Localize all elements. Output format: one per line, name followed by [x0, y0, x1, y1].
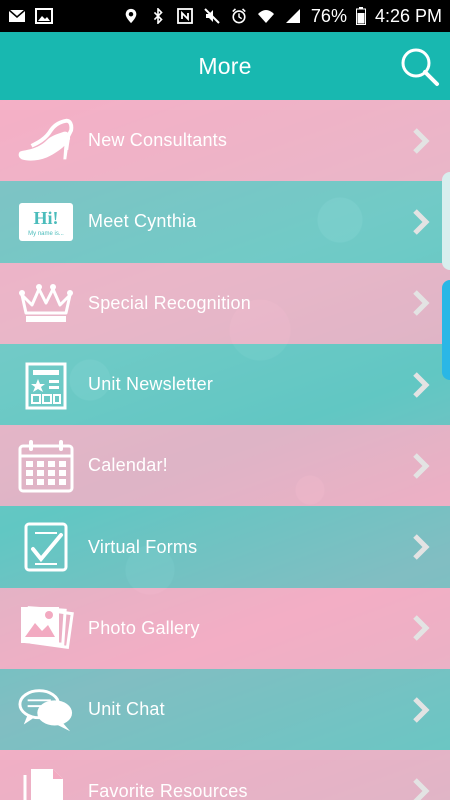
mute-icon	[204, 8, 220, 24]
photo-gallery-icon	[18, 603, 74, 653]
side-panel-tab-active[interactable]	[442, 280, 450, 380]
menu-item-new-consultants[interactable]: New Consultants	[0, 100, 450, 182]
chevron-right-icon	[413, 371, 430, 398]
mail-icon	[8, 9, 26, 22]
status-right: 76% 4:26 PM	[122, 6, 442, 27]
alarm-icon	[232, 8, 246, 24]
menu-item-unit-chat[interactable]: Unit Chat	[0, 669, 450, 751]
chat-bubbles-icon	[18, 685, 74, 735]
chevron-right-icon	[413, 127, 430, 154]
nfc-icon	[177, 8, 193, 24]
menu-item-special-recognition[interactable]: Special Recognition	[0, 262, 450, 344]
menu-item-label: Favorite Resources	[88, 780, 248, 800]
calendar-icon	[18, 439, 74, 493]
document-icon	[18, 766, 74, 800]
menu-item-favorite-resources[interactable]: Favorite Resources	[0, 750, 450, 800]
menu-item-label: Unit Newsletter	[88, 374, 214, 395]
battery-percent: 76%	[310, 5, 347, 26]
menu-item-label: Meet Cynthia	[88, 211, 197, 232]
menu-item-calendar[interactable]: Calendar!	[0, 425, 450, 507]
status-left	[8, 8, 53, 24]
bluetooth-icon	[153, 8, 163, 24]
clock: 4:26 PM	[374, 5, 442, 26]
chevron-right-icon	[413, 209, 430, 235]
hi-tag-subtext: My name is...	[28, 231, 64, 237]
crown-icon	[18, 278, 74, 328]
status-bar: 76% 4:26 PM	[0, 0, 450, 32]
menu-item-photo-gallery[interactable]: Photo Gallery	[0, 587, 450, 670]
search-icon[interactable]	[398, 45, 440, 87]
side-panel-tab[interactable]	[442, 172, 450, 270]
hi-name-tag-icon: Hi! My name is...	[18, 197, 74, 247]
menu-item-label: Photo Gallery	[88, 617, 200, 638]
signal-icon	[285, 9, 300, 23]
menu-item-label: Calendar!	[88, 455, 168, 476]
menu-item-label: Special Recognition	[88, 292, 251, 313]
checklist-icon	[18, 522, 74, 572]
chevron-right-icon	[413, 534, 430, 560]
menu-item-label: Unit Chat	[88, 699, 165, 720]
chevron-right-icon	[413, 615, 430, 642]
menu-item-unit-newsletter[interactable]: Unit Newsletter	[0, 343, 450, 426]
chevron-right-icon	[413, 453, 430, 479]
menu-item-meet-cynthia[interactable]: Hi! My name is... Meet Cynthia	[0, 181, 450, 263]
page-title: More	[198, 52, 252, 79]
newspaper-icon	[18, 360, 74, 410]
chevron-right-icon	[413, 290, 430, 317]
app-header: More	[0, 32, 450, 100]
menu-item-label: New Consultants	[88, 130, 228, 151]
battery-icon	[355, 7, 366, 25]
chevron-right-icon	[413, 696, 430, 723]
chevron-right-icon	[413, 778, 430, 800]
hi-tag-text: Hi!	[34, 208, 59, 228]
location-icon	[125, 8, 137, 24]
high-heels-icon	[18, 116, 74, 166]
menu-item-label: Virtual Forms	[88, 536, 198, 557]
wifi-icon	[257, 10, 274, 23]
menu-item-virtual-forms[interactable]: Virtual Forms	[0, 506, 450, 588]
menu-list: New Consultants Hi! My name is... Meet C…	[0, 100, 450, 800]
image-icon	[35, 8, 53, 24]
